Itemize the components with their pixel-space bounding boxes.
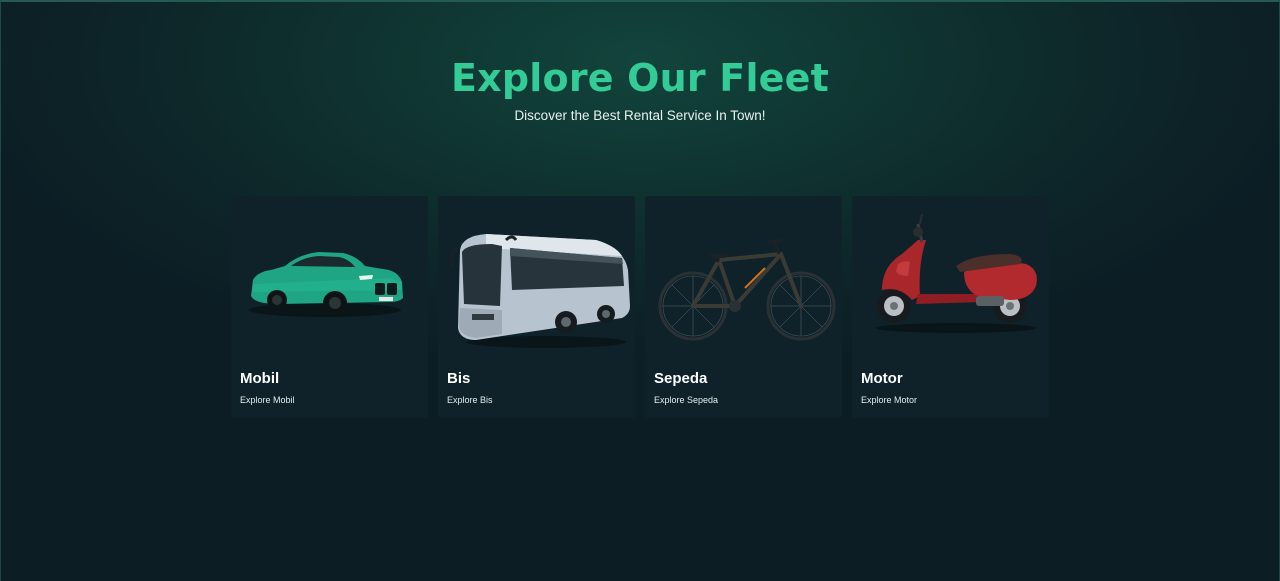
explore-motor-link[interactable]: Explore Motor: [861, 395, 917, 405]
card-title: Mobil: [240, 370, 280, 387]
bus-image: [446, 210, 634, 360]
page-title: Explore Our Fleet: [451, 56, 829, 100]
explore-mobil-link[interactable]: Explore Mobil: [240, 395, 295, 405]
fleet-card-motor[interactable]: Motor Explore Motor: [852, 196, 1049, 418]
scooter-image: [860, 210, 1048, 360]
fleet-card-mobil[interactable]: Mobil Explore Mobil: [231, 196, 428, 418]
car-image: [239, 210, 427, 360]
fleet-card-grid: Mobil Explore Mobil Bis Explore Bis Sepe…: [231, 196, 1051, 418]
hero-section: Explore Our Fleet Discover the Best Rent…: [0, 56, 1280, 123]
card-title: Motor: [861, 370, 903, 387]
card-title: Sepeda: [654, 370, 708, 387]
explore-bis-link[interactable]: Explore Bis: [447, 395, 493, 405]
fleet-card-sepeda[interactable]: Sepeda Explore Sepeda: [645, 196, 842, 418]
card-title: Bis: [447, 370, 471, 387]
explore-sepeda-link[interactable]: Explore Sepeda: [654, 395, 718, 405]
page-subtitle: Discover the Best Rental Service In Town…: [514, 108, 766, 123]
bicycle-image: [653, 210, 841, 360]
fleet-card-bis[interactable]: Bis Explore Bis: [438, 196, 635, 418]
